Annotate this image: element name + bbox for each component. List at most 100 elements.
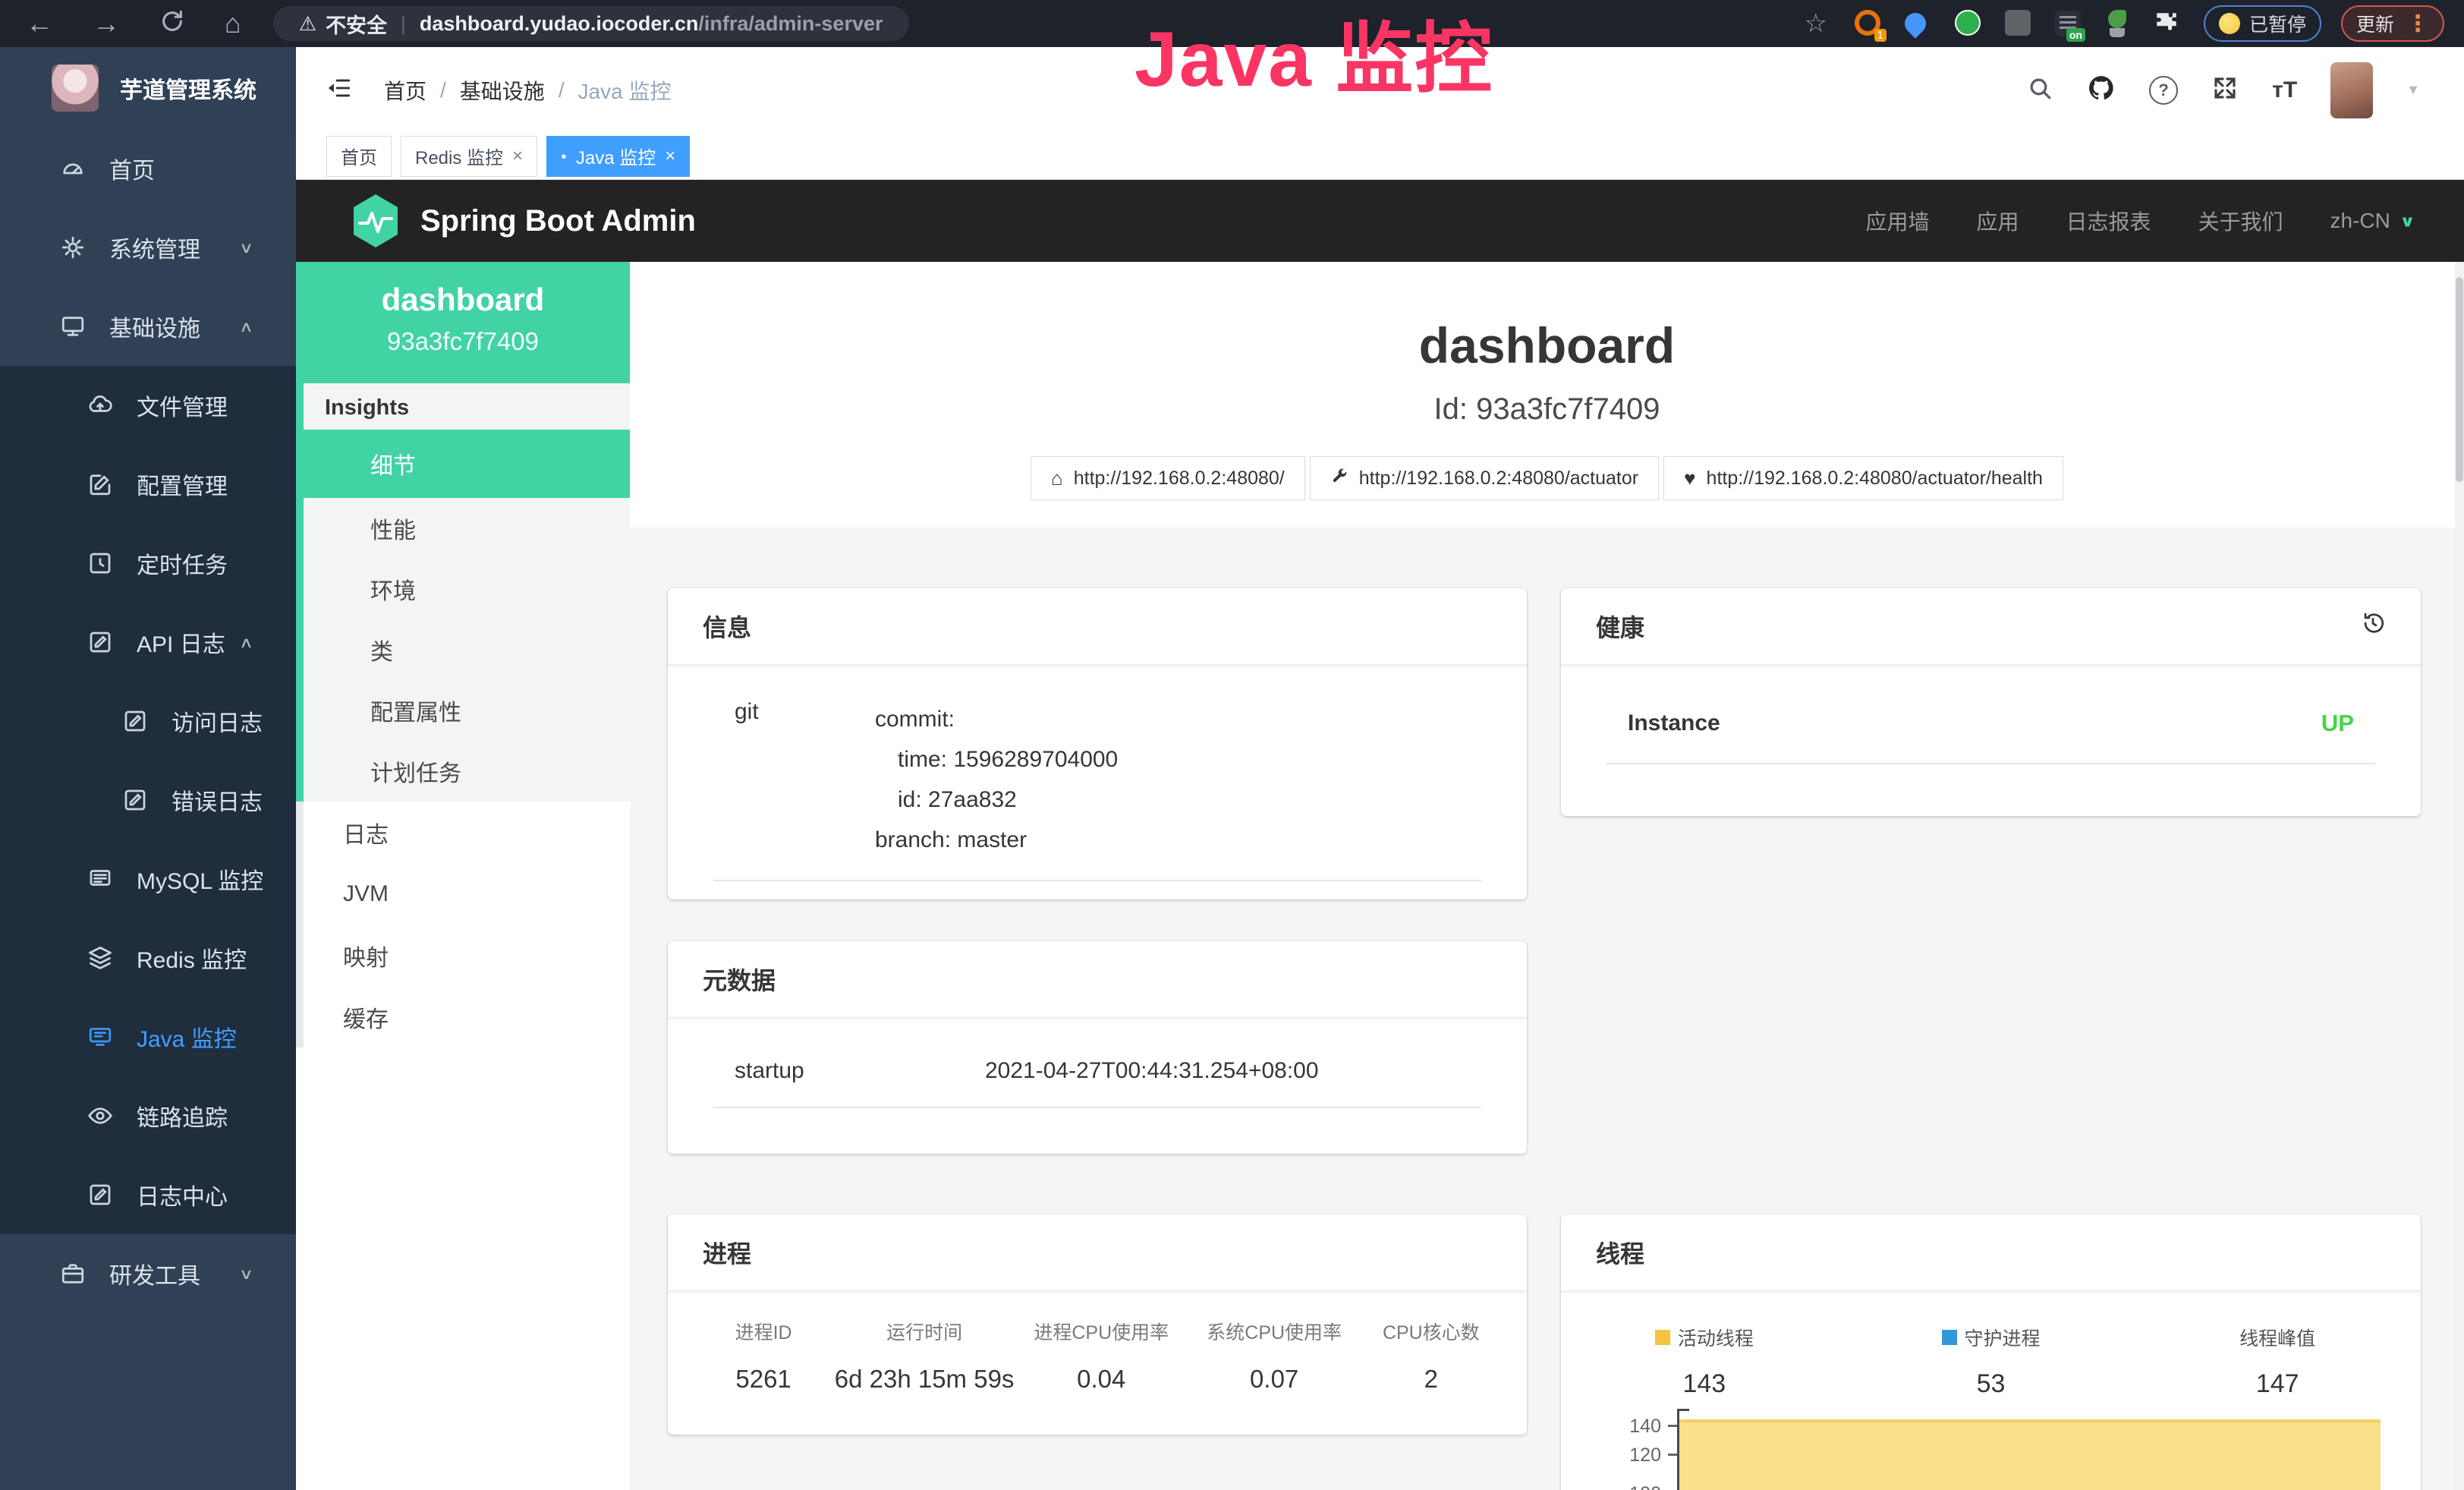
sidebar-item-scheduled-jobs[interactable]: 定时任务 <box>0 524 296 603</box>
menu-item-scheduled-tasks[interactable]: 计划任务 <box>304 741 630 802</box>
menu-item-label: 细节 <box>370 447 416 480</box>
annotation-java-monitoring: Java 监控 <box>1134 17 1493 102</box>
menu-item-caches[interactable]: 缓存 <box>304 986 630 1047</box>
app-logo[interactable]: 芋道管理系统 <box>0 47 296 129</box>
browser-menu-icon[interactable]: ⋮ <box>2406 11 2429 37</box>
menu-item-logs[interactable]: 日志 <box>304 802 630 863</box>
sidebar-item-dev-tools[interactable]: 研发工具 ∨ <box>0 1234 296 1313</box>
extensions-puzzle-icon[interactable] <box>2154 10 2181 37</box>
tab-home[interactable]: 首页 <box>326 136 392 177</box>
menu-item-label: 配置属性 <box>370 694 461 727</box>
menu-item-config-props[interactable]: 配置属性 <box>304 680 630 741</box>
card-title: 健康 <box>1596 609 1644 644</box>
sidebar-item-mysql-monitor[interactable]: MySQL 监控 <box>0 840 296 918</box>
extension-green-icon[interactable] <box>1955 10 1982 37</box>
sidebar-item-label: 研发工具 <box>109 1257 200 1290</box>
info-value: commit: time: 1596289704000 id: 27aa832 … <box>875 699 1118 860</box>
briefcase-icon <box>58 1258 88 1289</box>
instance-header[interactable]: dashboard 93a3fc7f7409 <box>296 262 630 383</box>
sidebar-item-config-management[interactable]: 配置管理 <box>0 445 296 524</box>
menu-item-classes[interactable]: 类 <box>304 619 630 680</box>
sba-instance-sidebar: dashboard 93a3fc7f7409 Insights 细节 性能 环境… <box>296 262 630 1490</box>
uptime-value: 6d 23h 15m 59s <box>832 1365 1017 1394</box>
update-browser-button[interactable]: 更新 ⋮ <box>2341 5 2444 42</box>
menu-item-label: 性能 <box>370 512 416 545</box>
extension-orange-icon[interactable]: 1 <box>1855 10 1882 37</box>
sidebar-item-java-monitor[interactable]: Java 监控 <box>0 997 296 1076</box>
breadcrumb-infrastructure[interactable]: 基础设施 <box>460 75 545 106</box>
endpoint-url: http://192.168.0.2:48080/actuator <box>1359 468 1638 490</box>
font-size-icon[interactable]: тT <box>2272 77 2297 103</box>
card-title: 进程 <box>703 1235 751 1270</box>
extension-plant-icon[interactable] <box>2104 10 2131 37</box>
endpoint-health-button[interactable]: ♥ http://192.168.0.2:48080/actuator/heal… <box>1663 456 2063 500</box>
tab-label: Redis 监控 <box>415 143 503 169</box>
sidebar-item-redis-monitor[interactable]: Redis 监控 <box>0 918 296 997</box>
tab-label: Java 监控 <box>576 143 656 169</box>
sidebar-item-access-logs[interactable]: 访问日志 <box>0 682 296 761</box>
sba-nav-wall[interactable]: 应用墙 <box>1865 206 1929 236</box>
menu-item-details[interactable]: 细节 <box>304 430 630 498</box>
github-icon[interactable] <box>2087 74 2116 106</box>
extension-switch-icon[interactable]: on <box>2055 11 2081 36</box>
address-bar[interactable]: ⚠ 不安全 | dashboard.yudao.iocoder.cn /infr… <box>273 6 909 41</box>
sidebar-item-system[interactable]: 系统管理 ∨ <box>0 208 296 287</box>
sidebar-item-error-logs[interactable]: 错误日志 <box>0 761 296 840</box>
tab-label: 首页 <box>341 143 377 169</box>
sba-nav-journal[interactable]: 日志报表 <box>2066 206 2151 236</box>
sidebar-item-label: 日志中心 <box>137 1178 228 1211</box>
legend-label: 守护进程 <box>1965 1324 2041 1351</box>
sba-nav-applications[interactable]: 应用 <box>1976 206 2019 236</box>
menu-item-jvm[interactable]: JVM <box>304 863 630 925</box>
sidebar-item-file-management[interactable]: 文件管理 <box>0 366 296 445</box>
sidebar-item-label: 定时任务 <box>137 547 228 580</box>
home-icon[interactable]: ⌂ <box>225 10 241 37</box>
url-path: /infra/admin-server <box>698 12 883 36</box>
sidebar-item-infrastructure[interactable]: 基础设施 ∧ <box>0 287 296 366</box>
extension-pin-icon[interactable] <box>1905 10 1932 37</box>
history-icon[interactable] <box>2360 610 2386 642</box>
tab-redis-monitor[interactable]: Redis 监控 × <box>401 136 537 177</box>
metadata-card-header: 元数据 <box>668 941 1527 1019</box>
sidebar-fold-icon[interactable] <box>325 75 354 105</box>
fullscreen-icon[interactable] <box>2211 74 2239 106</box>
menu-item-environment[interactable]: 环境 <box>304 559 630 619</box>
chevron-down-icon: ∨ <box>239 1265 253 1282</box>
reload-icon[interactable] <box>159 8 185 39</box>
forward-icon[interactable]: → <box>93 10 120 37</box>
content-scrollbar[interactable] <box>2455 262 2464 1490</box>
endpoint-url: http://192.168.0.2:48080/actuator/health <box>1707 468 2043 490</box>
user-avatar[interactable] <box>2330 62 2373 118</box>
tab-java-monitor[interactable]: ● Java 监控 × <box>546 136 690 177</box>
log-edit-icon <box>120 785 150 815</box>
search-icon[interactable] <box>2026 74 2053 106</box>
endpoint-actuator-button[interactable]: http://192.168.0.2:48080/actuator <box>1310 456 1659 500</box>
breadcrumb-home[interactable]: 首页 <box>384 75 426 106</box>
endpoint-home-button[interactable]: ⌂ http://192.168.0.2:48080/ <box>1031 456 1305 500</box>
sba-nav-about[interactable]: 关于我们 <box>2198 206 2283 236</box>
menu-item-metrics[interactable]: 性能 <box>304 498 630 559</box>
bookmark-star-icon[interactable]: ☆ <box>1804 8 1827 39</box>
back-icon[interactable]: ← <box>26 10 53 37</box>
menu-item-mappings[interactable]: 映射 <box>304 925 630 986</box>
sidebar-item-home[interactable]: 首页 <box>0 129 296 208</box>
database-monitor-icon <box>85 864 115 894</box>
sba-brand[interactable]: Spring Boot Admin <box>351 193 696 249</box>
sba-content: dashboard Id: 93a3fc7f7409 ⌂ http://192.… <box>630 262 2464 1490</box>
extension-grid-icon[interactable] <box>2005 10 2032 37</box>
layers-icon <box>85 943 115 973</box>
sidebar-item-api-logs[interactable]: API 日志 ∧ <box>0 603 296 682</box>
sidebar-item-log-center[interactable]: 日志中心 <box>0 1155 296 1234</box>
logo-avatar <box>52 65 99 112</box>
close-icon[interactable]: × <box>512 146 523 167</box>
sba-locale-select[interactable]: zh-CN ∨ <box>2330 209 2415 233</box>
sidebar-item-label: 链路追踪 <box>137 1099 228 1132</box>
close-icon[interactable]: × <box>665 146 675 167</box>
extension-on-badge: on <box>2066 28 2085 42</box>
caret-down-icon[interactable]: ▼ <box>2406 82 2420 98</box>
locale-label: zh-CN <box>2330 209 2390 233</box>
scrollbar-thumb[interactable] <box>2456 277 2463 482</box>
help-icon[interactable]: ? <box>2149 76 2178 105</box>
profile-paused-chip[interactable]: 已暂停 <box>2204 5 2321 42</box>
sidebar-item-tracing[interactable]: 链路追踪 <box>0 1076 296 1155</box>
